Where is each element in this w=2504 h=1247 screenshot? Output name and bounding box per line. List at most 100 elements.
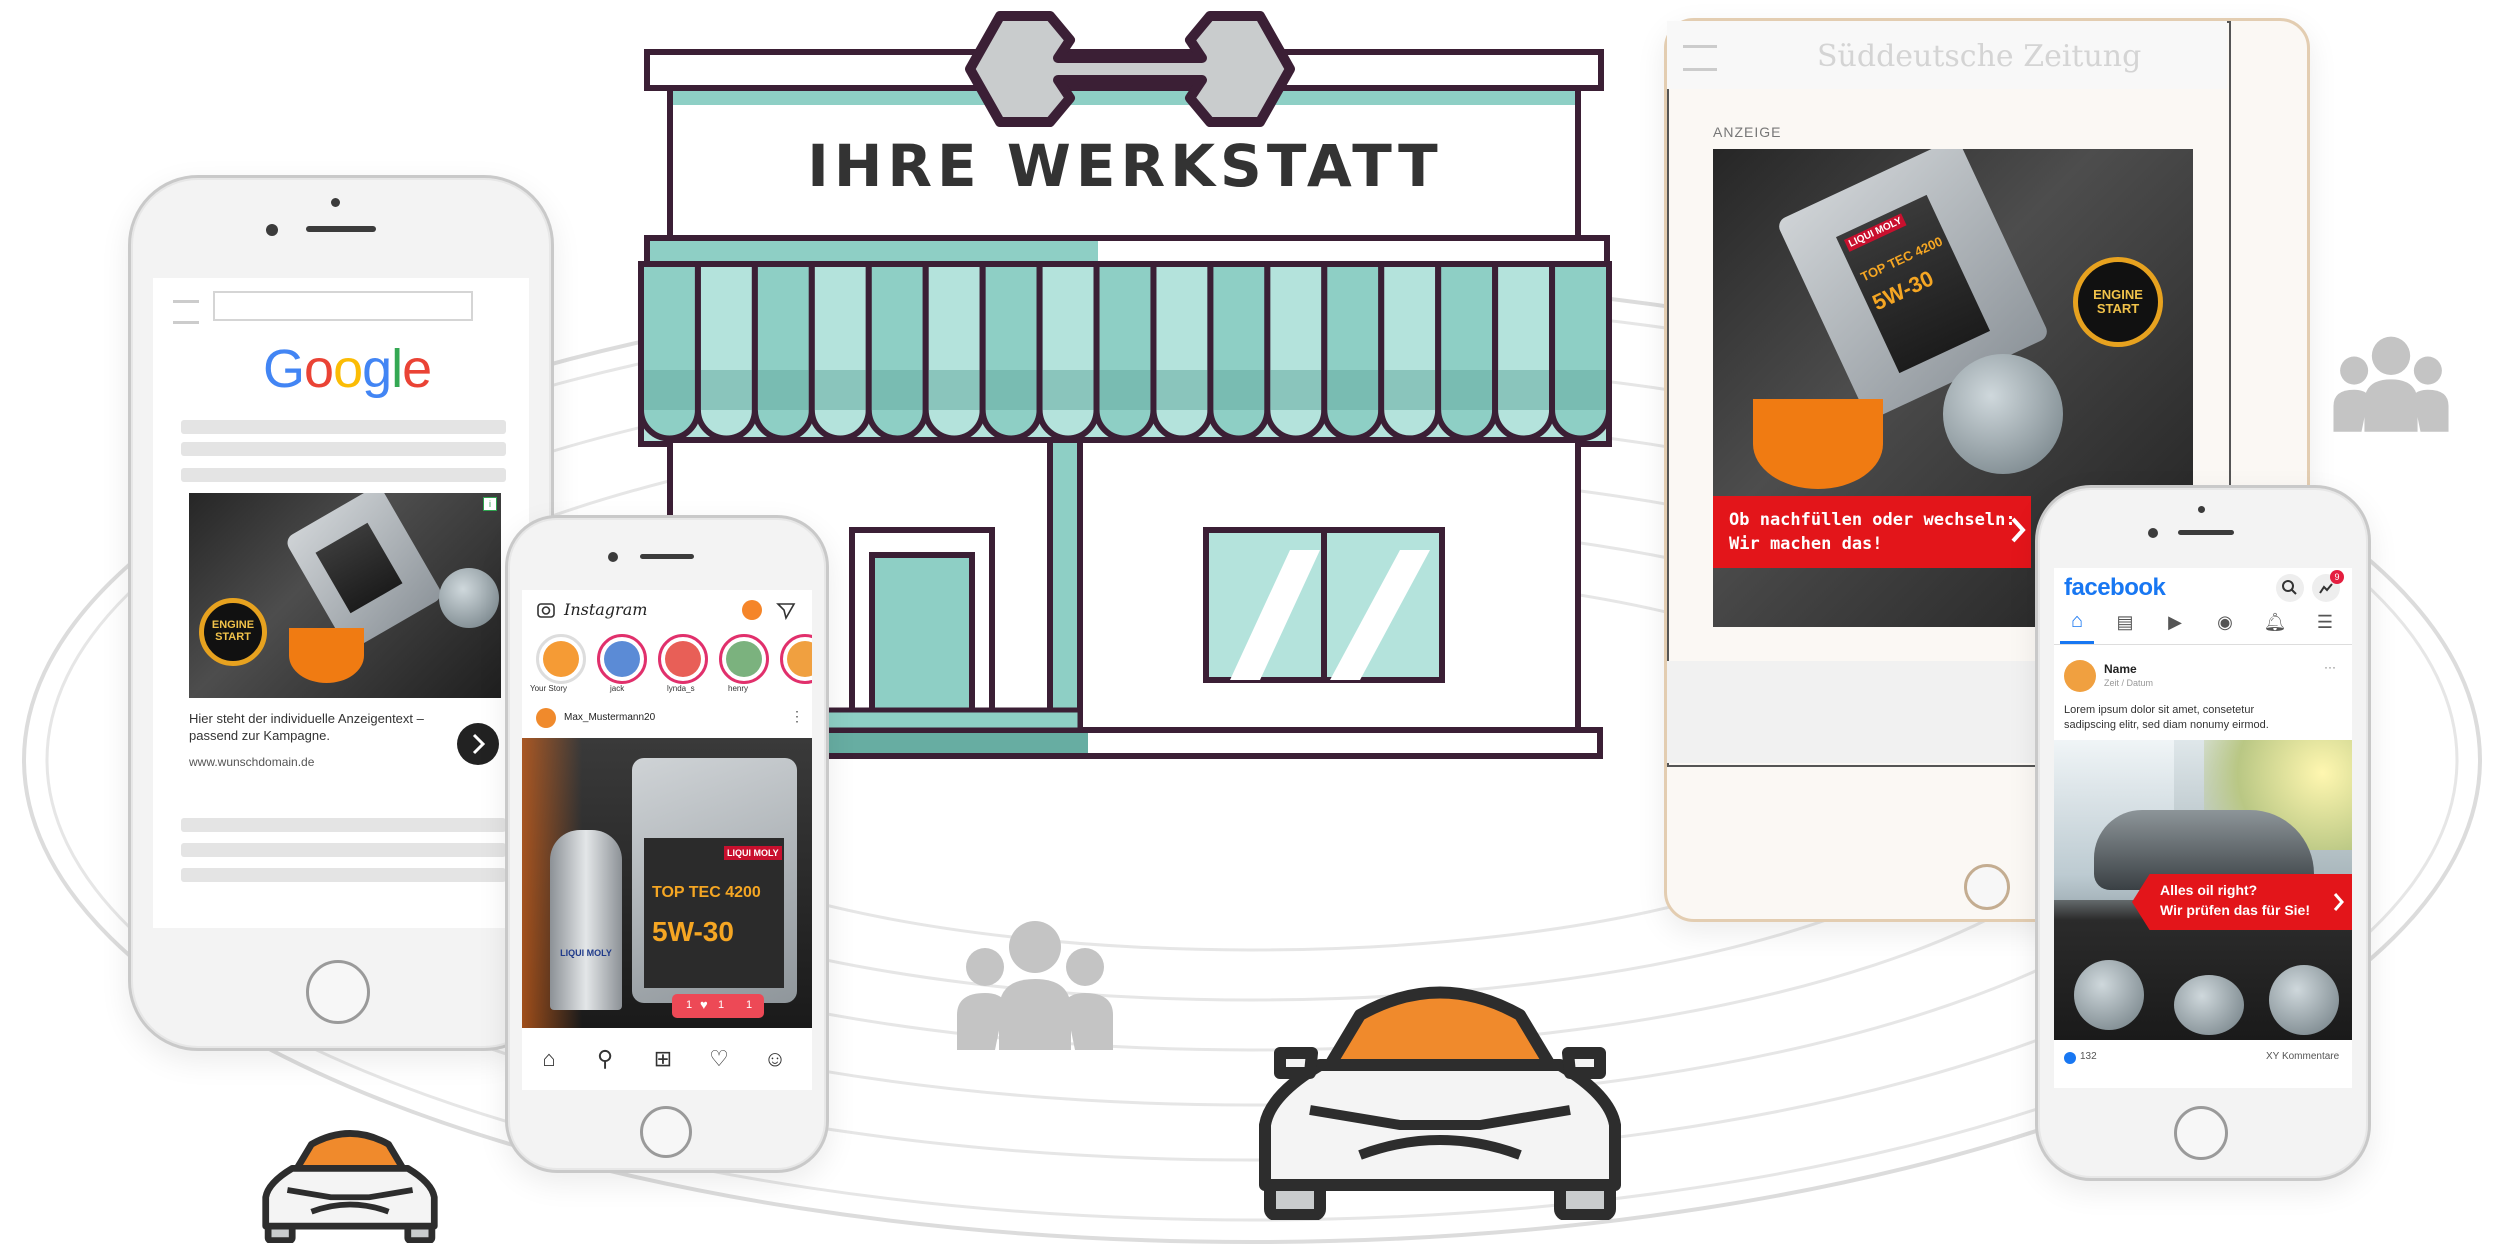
tablet-ad-banner[interactable]: Ob nachfüllen oder wechseln: Wir machen … xyxy=(1713,496,2031,568)
funnel xyxy=(1753,399,1883,489)
story-label: Your Story xyxy=(530,684,568,693)
piston xyxy=(2174,975,2244,1035)
like-count: 1 xyxy=(718,999,725,1011)
people-group-icon xyxy=(957,921,1113,1050)
ad-label: ANZEIGE xyxy=(1713,124,1782,140)
front-camera xyxy=(2148,528,2158,538)
home-button[interactable] xyxy=(1964,864,2010,910)
comment-count[interactable]: XY Kommentare xyxy=(2266,1051,2339,1062)
tab-marketplace[interactable]: ▤ xyxy=(2110,612,2140,633)
chevron-right-icon xyxy=(472,733,486,755)
post-avatar[interactable] xyxy=(2064,660,2096,692)
awning-stripe xyxy=(1093,261,1157,442)
awning-stripe xyxy=(865,261,929,442)
google-logo: Google xyxy=(263,339,432,399)
activity-icon[interactable]: ♡ xyxy=(704,1046,734,1072)
facebook-ad-banner[interactable]: Alles oil right? Wir prüfen das für Sie! xyxy=(2132,874,2352,930)
menu-icon[interactable] xyxy=(173,300,199,324)
facebook-screen: facebook 9 ⌂ ▤ ▶ ◉ 🔔︎ ☰ Name Zeit / Datu… xyxy=(2054,568,2352,1088)
tab-bar: ⌂ ▤ ▶ ◉ 🔔︎ ☰ xyxy=(2054,610,2352,645)
tab-home[interactable]: ⌂ xyxy=(2060,610,2094,644)
chevron-right-icon[interactable] xyxy=(2009,515,2029,545)
google-screen: Google ENGINE START i Hier steht der ind… xyxy=(153,278,529,928)
tab-watch[interactable]: ▶ xyxy=(2160,612,2190,633)
awning-stripe xyxy=(1150,261,1214,442)
story-label: henry xyxy=(728,684,749,693)
ad-text: Hier steht der individuelle Anzeigentext… xyxy=(189,711,424,743)
add-post-icon[interactable]: ⊞ xyxy=(648,1046,678,1072)
awning-stripe xyxy=(1378,261,1442,442)
car-icon xyxy=(1259,986,1621,1220)
post-avatar[interactable] xyxy=(536,708,556,728)
search-input[interactable] xyxy=(213,291,473,321)
awning-shadow xyxy=(1441,370,1493,410)
awning-stripe xyxy=(1492,261,1556,442)
post-meta: Zeit / Datum xyxy=(2104,678,2154,688)
piston xyxy=(439,568,499,628)
like-icon[interactable] xyxy=(2064,1052,2076,1064)
igtv-icon[interactable] xyxy=(742,600,762,620)
google-ad-card[interactable]: ENGINE START i Hier steht der individuel… xyxy=(181,493,511,783)
post-username[interactable]: Max_Mustermann20 xyxy=(564,712,655,723)
search-button[interactable] xyxy=(2276,574,2304,602)
facebook-logo: facebook xyxy=(2064,574,2166,601)
awning-stripe xyxy=(1435,261,1499,442)
awning-shadow xyxy=(644,370,695,410)
banner-line-1: Alles oil right? xyxy=(2160,882,2258,898)
bottle-label: LIQUI MOLY xyxy=(560,948,612,958)
profile-icon[interactable]: ☺ xyxy=(760,1046,790,1072)
ad-url[interactable]: www.wunschdomain.de xyxy=(189,755,314,769)
home-button[interactable] xyxy=(306,960,370,1024)
story-avatar[interactable] xyxy=(536,634,586,684)
google-phone: Google ENGINE START i Hier steht der ind… xyxy=(128,175,554,1051)
chevron-right-icon[interactable] xyxy=(2332,890,2346,914)
tab-notifications[interactable]: 🔔︎ xyxy=(2260,612,2290,633)
comment-count: 1 xyxy=(686,999,693,1011)
next-button[interactable] xyxy=(457,723,499,765)
home-button[interactable] xyxy=(2174,1106,2228,1160)
awning-shadow xyxy=(928,370,980,410)
likes-popup: 1 ♥ 1 1 xyxy=(672,994,764,1018)
awning-stripe xyxy=(808,261,872,442)
tab-groups[interactable]: ◉ xyxy=(2210,612,2240,633)
awning-shadow xyxy=(1156,370,1208,410)
oil-can-label: LIQUI MOLY TOP TEC 4200 5W-30 xyxy=(644,838,784,988)
messenger-button[interactable]: 9 xyxy=(2312,570,2344,602)
story-avatar[interactable] xyxy=(719,634,769,684)
more-options-icon[interactable]: ⋮ xyxy=(790,708,804,725)
result-placeholder xyxy=(181,420,506,434)
direct-message-icon[interactable] xyxy=(776,600,796,620)
awning-stripe xyxy=(694,261,758,442)
notification-badge: 9 xyxy=(2330,570,2344,584)
home-icon[interactable]: ⌂ xyxy=(534,1046,564,1072)
camera-icon[interactable] xyxy=(536,600,556,620)
awning-shadow xyxy=(1384,370,1436,410)
speaker xyxy=(306,226,376,232)
wrench-icon xyxy=(965,11,1295,127)
search-icon[interactable]: ⚲ xyxy=(590,1046,620,1072)
awning-shadow xyxy=(700,370,752,410)
awning-stripe xyxy=(1549,261,1612,442)
piston xyxy=(2074,960,2144,1030)
more-options-icon[interactable]: ··· xyxy=(2324,660,2336,674)
banner-line-2: Wir prüfen das für Sie! xyxy=(2160,902,2311,918)
instagram-phone: Instagram Your Story jack lynda_s henry … xyxy=(505,515,829,1173)
awning-shadow xyxy=(1498,370,1550,410)
story-avatar[interactable] xyxy=(597,634,647,684)
piston xyxy=(2269,965,2339,1035)
instagram-screen: Instagram Your Story jack lynda_s henry … xyxy=(522,590,812,1090)
car-icon xyxy=(262,1130,438,1243)
home-button[interactable] xyxy=(640,1106,692,1158)
ad-info-icon[interactable]: i xyxy=(483,497,497,511)
menu-icon[interactable] xyxy=(1683,45,1717,71)
awning-stripe xyxy=(1321,261,1385,442)
post-image: LIQUI MOLY LIQUI MOLY TOP TEC 4200 5W-30… xyxy=(522,738,812,1028)
awning-stripe xyxy=(1207,261,1271,442)
post-author[interactable]: Name xyxy=(2104,662,2137,676)
awning-shadow xyxy=(871,370,923,410)
oil-product: TOP TEC 4200 xyxy=(652,884,761,901)
result-placeholder xyxy=(181,843,506,857)
story-avatar[interactable] xyxy=(658,634,708,684)
story-avatar[interactable] xyxy=(780,634,812,684)
tab-menu[interactable]: ☰ xyxy=(2310,612,2340,633)
